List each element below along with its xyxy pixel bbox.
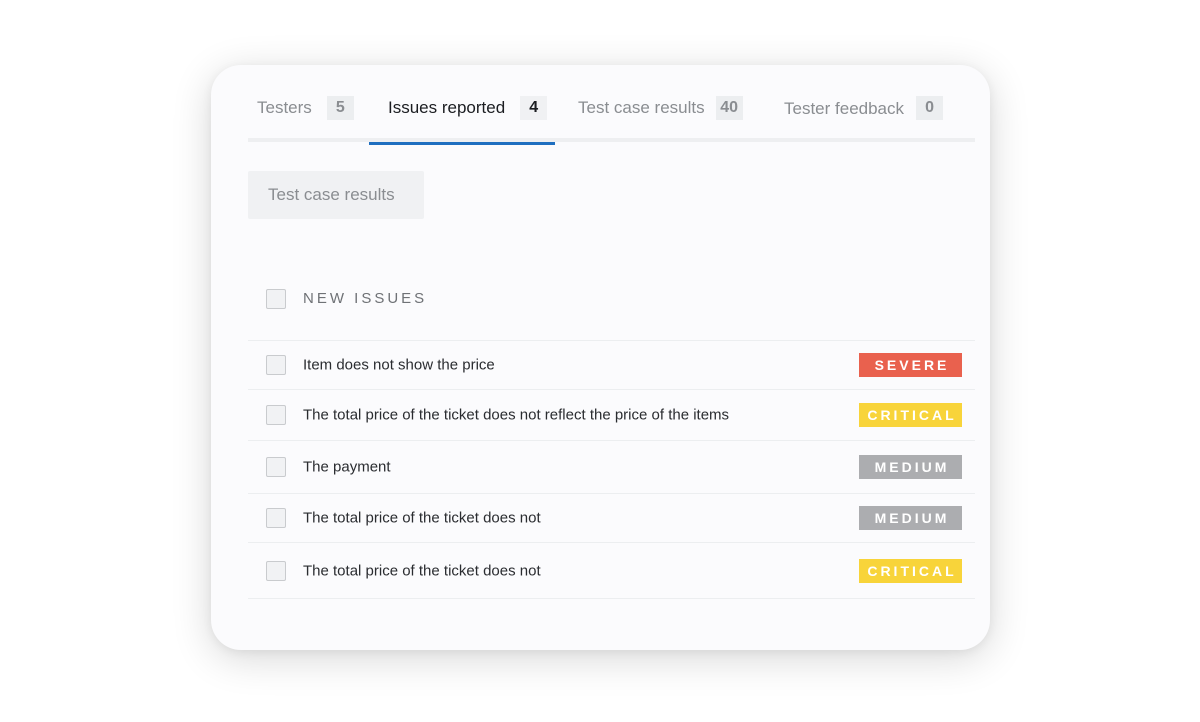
issue-title: The total price of the ticket does not bbox=[303, 509, 541, 527]
tab-label: Tester feedback bbox=[784, 99, 905, 118]
tab-count-badge: 5 bbox=[326, 96, 354, 120]
severity-badge: MEDIUM bbox=[859, 455, 962, 479]
tab-test-case-results[interactable]: Test case results 40 bbox=[578, 95, 743, 138]
select-all-checkbox[interactable] bbox=[266, 289, 286, 309]
issue-row[interactable]: The total price of the ticket does not r… bbox=[248, 390, 975, 441]
issue-checkbox[interactable] bbox=[266, 405, 286, 425]
issue-row[interactable]: The total price of the ticket does not C… bbox=[248, 543, 975, 599]
tab-label: Test case results bbox=[578, 98, 705, 117]
issue-checkbox[interactable] bbox=[266, 457, 286, 477]
issue-row[interactable]: The total price of the ticket does not M… bbox=[248, 494, 975, 543]
issue-title: The total price of the ticket does not r… bbox=[303, 406, 730, 424]
issue-checkbox[interactable] bbox=[266, 560, 286, 581]
severity-badge: MEDIUM bbox=[859, 506, 962, 530]
severity-badge: CRITICAL bbox=[859, 558, 962, 583]
test-case-results-filter-button[interactable]: Test case results bbox=[248, 171, 424, 219]
severity-badge: CRITICAL bbox=[859, 403, 962, 427]
issue-checkbox[interactable] bbox=[266, 508, 286, 528]
tab-tester-feedback[interactable]: Tester feedback 0 bbox=[784, 95, 944, 138]
tab-issues-reported[interactable]: Issues reported 4 bbox=[368, 95, 556, 145]
issue-title: The total price of the ticket does not bbox=[303, 562, 541, 579]
tab-testers[interactable]: Testers 5 bbox=[257, 95, 354, 138]
issue-checkbox[interactable] bbox=[266, 355, 286, 375]
issues-panel: Testers 5 Issues reported 4 Test case re… bbox=[211, 65, 990, 650]
severity-badge: SEVERE bbox=[859, 353, 962, 377]
tab-count-badge: 40 bbox=[715, 96, 743, 120]
tab-label: Testers bbox=[257, 98, 312, 117]
issue-row[interactable]: The payment MEDIUM bbox=[248, 441, 975, 494]
issue-title: The payment bbox=[303, 458, 391, 476]
issues-list: Item does not show the price SEVERE The … bbox=[248, 340, 975, 599]
new-issues-heading: NEW ISSUES bbox=[303, 290, 428, 307]
issue-title: Item does not show the price bbox=[303, 356, 495, 374]
tab-bar: Testers 5 Issues reported 4 Test case re… bbox=[248, 65, 975, 145]
tab-count-badge: 0 bbox=[916, 96, 944, 120]
issue-row[interactable]: Item does not show the price SEVERE bbox=[248, 341, 975, 390]
tab-count-badge: 4 bbox=[520, 96, 548, 120]
tab-label: Issues reported bbox=[388, 98, 506, 117]
